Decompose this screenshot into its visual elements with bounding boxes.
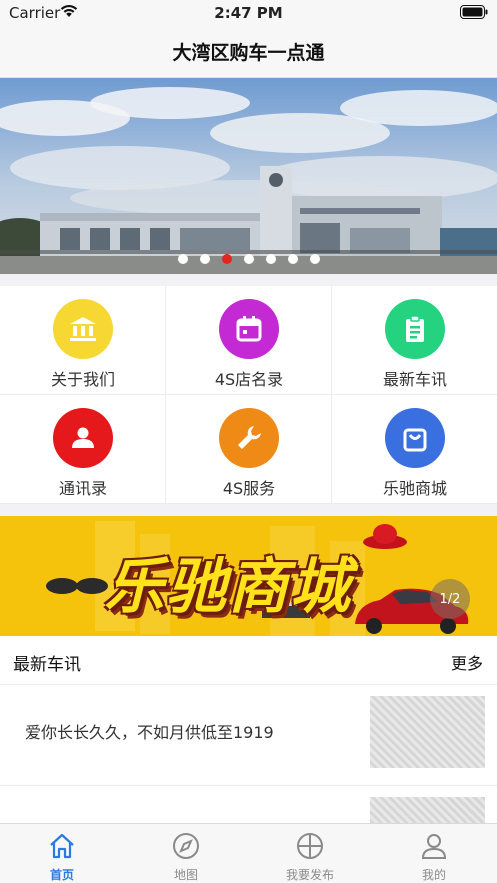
calendar-icon — [219, 299, 279, 359]
grid-item-label: 关于我们 — [50, 370, 115, 389]
contact-icon — [53, 408, 113, 468]
page-title: 大湾区购车一点通 — [172, 42, 325, 64]
user-icon — [421, 834, 447, 859]
tab-label: 我要发布 — [285, 868, 334, 882]
banner-carousel[interactable] — [0, 78, 497, 274]
carousel-dot[interactable] — [265, 254, 276, 264]
tab-label: 我的 — [421, 868, 446, 882]
news-item-thumbnail — [370, 696, 485, 768]
carousel-dot[interactable] — [243, 254, 254, 264]
grid-item-4s-directory[interactable]: 4S店名录 — [166, 286, 332, 395]
news-section-header: 最新车讯 更多 — [0, 636, 497, 685]
status-bar: Carrier 2:47 PM — [0, 0, 497, 26]
navigation-bar: 大湾区购车一点通 — [0, 26, 497, 78]
grid-item-about-us[interactable]: 关于我们 — [0, 286, 166, 395]
news-more-link[interactable]: 更多 — [451, 650, 483, 674]
tab-publish[interactable]: 我要发布 — [248, 824, 372, 883]
carousel-dot-active[interactable] — [221, 254, 232, 264]
grid-item-label: 4S店名录 — [214, 370, 284, 389]
home-icon — [50, 833, 74, 859]
battery-icon — [460, 5, 488, 19]
news-item-title: 爱你长长久久，不如月供低至1919 — [25, 723, 274, 742]
promo-page-indicator: 1/2 — [430, 579, 470, 619]
carousel-dot[interactable] — [309, 254, 320, 264]
grid-item-label: 乐驰商城 — [382, 479, 447, 498]
tab-map[interactable]: 地图 — [124, 824, 248, 883]
tab-home[interactable]: 首页 — [0, 824, 124, 883]
carousel-dot[interactable] — [199, 254, 210, 264]
grid-item-4s-service[interactable]: 4S服务 — [166, 395, 332, 504]
carousel-dot[interactable] — [287, 254, 298, 264]
bank-icon — [53, 299, 113, 359]
shopping-bag-icon — [385, 408, 445, 468]
clipboard-icon — [385, 299, 445, 359]
tab-mine[interactable]: 我的 — [372, 824, 497, 883]
grid-item-label: 4S服务 — [222, 479, 276, 498]
wrench-icon — [219, 408, 279, 468]
promo-banner[interactable]: 乐驰商城 — [0, 516, 497, 636]
grid-item-latest-news[interactable]: 最新车讯 — [332, 286, 497, 395]
compass-icon — [173, 833, 199, 859]
grid-item-contacts[interactable]: 通讯录 — [0, 395, 166, 504]
tab-label: 地图 — [173, 868, 198, 882]
clock: 2:47 PM — [214, 4, 283, 22]
tab-bar: 首页 地图 我要发布 我的 — [0, 823, 497, 883]
promo-title: 乐驰商城 — [104, 552, 352, 622]
news-section-title: 最新车讯 — [13, 655, 81, 675]
carousel-dots[interactable] — [0, 254, 497, 264]
grid-item-label: 通讯录 — [58, 479, 107, 498]
crosshair-icon — [297, 833, 323, 859]
grid-item-lechi-mall[interactable]: 乐驰商城 — [332, 395, 497, 504]
feature-grid: 关于我们 4S店名录 最新车讯 通讯录 4S服务 乐驰商城 — [0, 286, 497, 504]
tab-label: 首页 — [49, 868, 74, 882]
news-list-item[interactable]: 爱你长长久久，不如月供低至1919 — [0, 685, 497, 786]
carousel-dot[interactable] — [177, 254, 188, 264]
grid-item-label: 最新车讯 — [382, 370, 447, 389]
banner-image — [0, 78, 497, 274]
